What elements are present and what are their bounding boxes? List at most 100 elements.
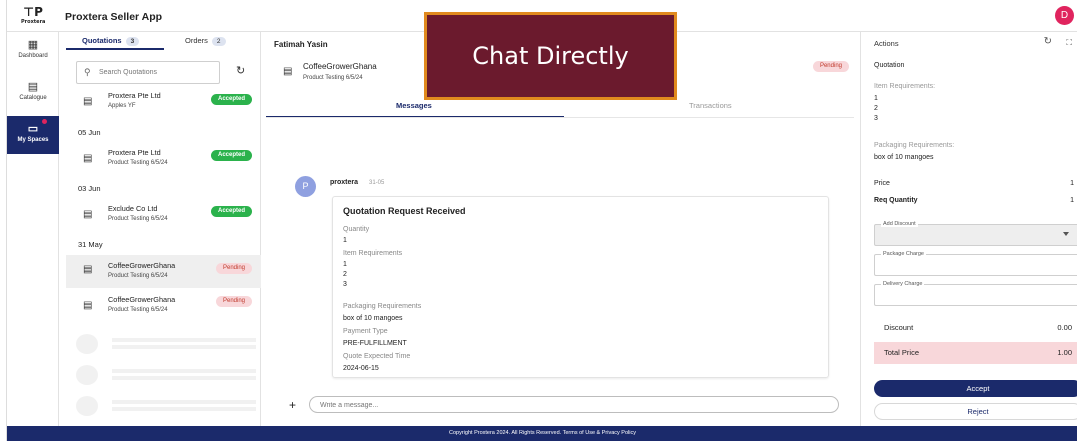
app-title: Proxtera Seller App — [65, 11, 163, 23]
loading-skeleton — [76, 334, 256, 354]
payment-type-value: PRE-FULFILLMENT — [343, 340, 407, 347]
nav-label: Dashboard — [18, 53, 48, 59]
list-item-name: CoffeeGrowerGhana — [108, 295, 176, 304]
actions-title: Actions — [874, 39, 899, 48]
date-header: 03 Jun — [78, 184, 101, 193]
list-item[interactable]: ▤ Proxtera Pte Ltd Product Testing 6/5/2… — [66, 144, 261, 174]
quotation-list-panel: Quotations3 Orders2 ⚲ ↻ ▤ Proxtera Pte L… — [66, 32, 261, 426]
item-requirement: 1 — [343, 261, 347, 268]
document-icon: ▤ — [83, 96, 93, 107]
list-item-subtitle: Product Testing 6/5/24 — [108, 216, 168, 222]
reject-button[interactable]: Reject — [874, 403, 1077, 420]
nav-item-my-spaces[interactable]: ▭ My Spaces — [7, 116, 59, 154]
sender-avatar: P — [295, 176, 316, 197]
tab-quotations[interactable]: Quotations 3 — [82, 36, 140, 46]
tab-underline — [266, 116, 564, 117]
list-item[interactable]: ▤ Proxtera Pte Ltd Apples YF Accepted — [66, 87, 261, 117]
item-requirements-label: Item Requirements — [343, 250, 403, 257]
search-icon: ⚲ — [84, 67, 91, 77]
field-label: Add Discount — [881, 221, 918, 227]
add-discount-select[interactable]: Add Discount — [874, 221, 1077, 246]
price-label: Price — [874, 180, 890, 187]
nav-item-catalogue[interactable]: ▤ Catalogue — [7, 80, 59, 110]
field-label: Package Charge — [881, 251, 926, 257]
tab-count: 2 — [211, 37, 226, 46]
tab-underline — [66, 48, 164, 50]
list-item-name: Exclude Co Ltd — [108, 204, 158, 213]
field-label: Delivery Charge — [881, 281, 925, 287]
actions-panel: Actions ↻ ⛶ Quotation Item Requirements:… — [860, 32, 1077, 426]
tab-messages[interactable]: Messages — [396, 101, 432, 110]
tab-transactions[interactable]: Transactions — [689, 101, 732, 110]
packaging-value: box of 10 mangoes — [343, 315, 403, 322]
refresh-icon[interactable]: ↻ — [1044, 36, 1052, 47]
message-heading: Quotation Request Received — [343, 206, 466, 216]
proxtera-logo-icon: ⊤P — [23, 5, 43, 19]
quantity-label: Req Quantity — [874, 197, 918, 204]
quantity-value: 1 — [343, 237, 347, 244]
loading-skeleton — [76, 365, 256, 385]
list-item-name: CoffeeGrowerGhana — [108, 261, 176, 270]
attach-plus-icon[interactable]: + — [289, 398, 296, 412]
document-icon: ▤ — [283, 66, 293, 77]
document-icon: ▤ — [83, 264, 93, 275]
chat-title: CoffeeGrowerGhana — [303, 62, 377, 71]
dashboard-icon: ▦ — [27, 39, 39, 51]
message-card: Quotation Request Received Quantity 1 It… — [332, 196, 829, 378]
document-icon: ▤ — [83, 300, 93, 311]
tab-label: Orders — [185, 36, 208, 45]
packaging-label: Packaging Requirements — [343, 303, 422, 310]
list-item-subtitle: Product Testing 6/5/24 — [108, 273, 168, 279]
chat-icon: ▭ — [27, 123, 39, 135]
document-icon: ▤ — [83, 153, 93, 164]
discount-value: 0.00 — [1057, 323, 1072, 332]
search-input[interactable] — [99, 66, 214, 79]
status-badge: Accepted — [211, 206, 253, 217]
delivery-charge-field[interactable]: Delivery Charge — [874, 281, 1077, 306]
refresh-icon[interactable]: ↻ — [236, 64, 245, 77]
quotation-label: Quotation — [874, 62, 905, 69]
left-nav: ▦ Dashboard ▤ Catalogue ▭ My Spaces — [7, 32, 59, 426]
status-badge: Accepted — [211, 94, 253, 105]
item-requirement: 3 — [343, 281, 347, 288]
list-item[interactable]: ▤ Exclude Co Ltd Product Testing 6/5/24 … — [66, 200, 261, 230]
list-item[interactable]: ▤ CoffeeGrowerGhana Product Testing 6/5/… — [66, 291, 261, 321]
nav-label: My Spaces — [17, 137, 49, 143]
app-logo[interactable]: ⊤P Proxtera — [21, 6, 45, 25]
list-item-name: Proxtera Pte Ltd — [108, 91, 161, 100]
document-icon: ▤ — [83, 209, 93, 220]
quantity-value: 1 — [1070, 197, 1074, 204]
expand-icon[interactable]: ⛶ — [1066, 38, 1072, 48]
nav-label: Catalogue — [19, 95, 47, 101]
message-sender: proxtera — [330, 179, 359, 186]
payment-type-label: Payment Type — [343, 328, 388, 335]
message-input[interactable] — [320, 400, 820, 410]
accept-button[interactable]: Accept — [874, 380, 1077, 397]
list-item-subtitle: Product Testing 6/5/24 — [108, 307, 168, 313]
tab-divider — [266, 117, 854, 118]
logo-word: Proxtera — [21, 19, 46, 25]
discount-row: Discount 0.00 — [874, 317, 1077, 339]
price-value: 1 — [1070, 180, 1074, 187]
chat-panel: Fatimah Yasin ▤ CoffeeGrowerGhana Produc… — [261, 12, 854, 426]
list-item-selected[interactable]: ▤ CoffeeGrowerGhana Product Testing 6/5/… — [66, 255, 261, 288]
message-composer[interactable] — [309, 396, 839, 413]
total-price-value: 1.00 — [1057, 348, 1072, 357]
tab-orders[interactable]: Orders 2 — [185, 36, 226, 46]
package-charge-field[interactable]: Package Charge — [874, 251, 1077, 276]
quantity-label: Quantity — [343, 226, 370, 233]
chat-user-name: Fatimah Yasin — [274, 40, 328, 49]
list-item-subtitle: Apples YF — [108, 103, 136, 109]
item-requirement: 1 — [874, 95, 878, 102]
item-requirement: 3 — [874, 115, 878, 122]
message-date: 31-05 — [369, 180, 385, 186]
total-price-label: Total Price — [884, 348, 920, 357]
chat-subtitle: Product Testing 6/5/24 — [303, 75, 363, 81]
user-avatar[interactable]: D — [1055, 6, 1074, 25]
status-badge: Pending — [216, 263, 253, 274]
search-box[interactable]: ⚲ — [76, 61, 220, 84]
packaging-label: Packaging Requirements: — [874, 142, 955, 149]
nav-item-dashboard[interactable]: ▦ Dashboard — [7, 38, 59, 68]
list-tabs: Quotations 3 Orders 2 — [66, 32, 261, 50]
chat-directly-banner: Chat Directly — [424, 12, 677, 100]
